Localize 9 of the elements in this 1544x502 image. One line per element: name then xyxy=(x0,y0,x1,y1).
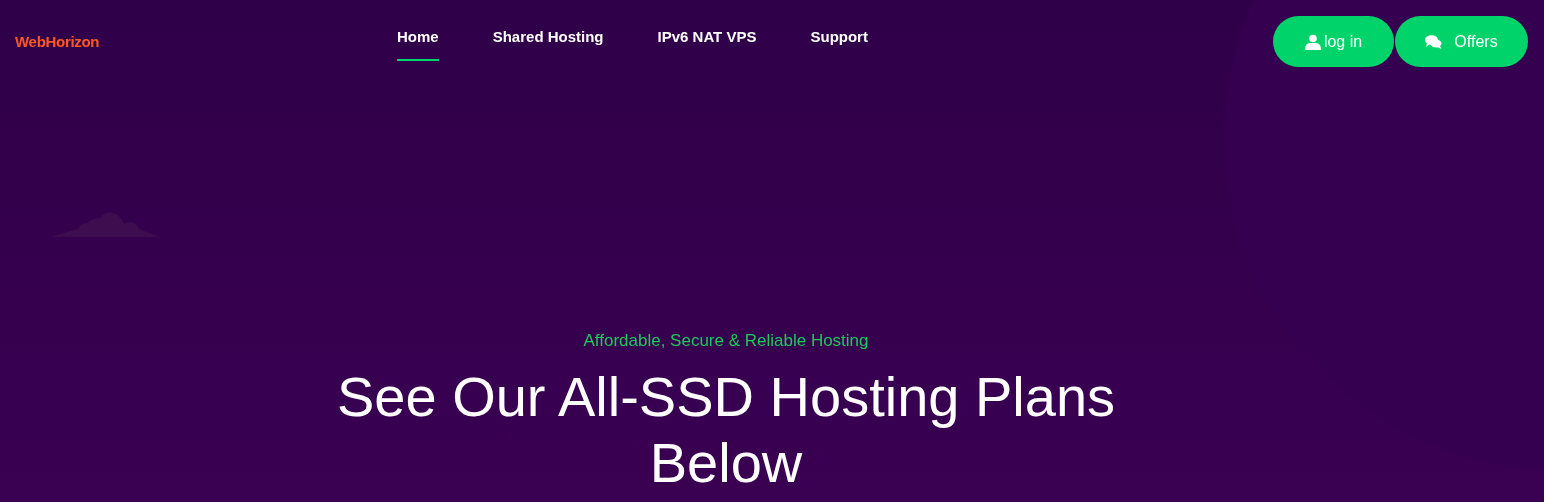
nav-link[interactable]: Home xyxy=(397,26,439,61)
brand-logo[interactable]: WebHorizon xyxy=(15,31,100,54)
hero-heading: See Our All-SSD Hosting Plans Below xyxy=(335,363,1117,496)
chat-icon xyxy=(1425,34,1443,49)
nav-link[interactable]: Shared Hosting xyxy=(492,26,604,61)
user-icon xyxy=(1304,33,1321,50)
hero-subtitle: Affordable, Secure & Reliable Hosting xyxy=(583,330,869,352)
nav-link[interactable]: Support xyxy=(810,26,868,61)
nav-link[interactable]: IPv6 NAT VPS xyxy=(657,26,757,61)
